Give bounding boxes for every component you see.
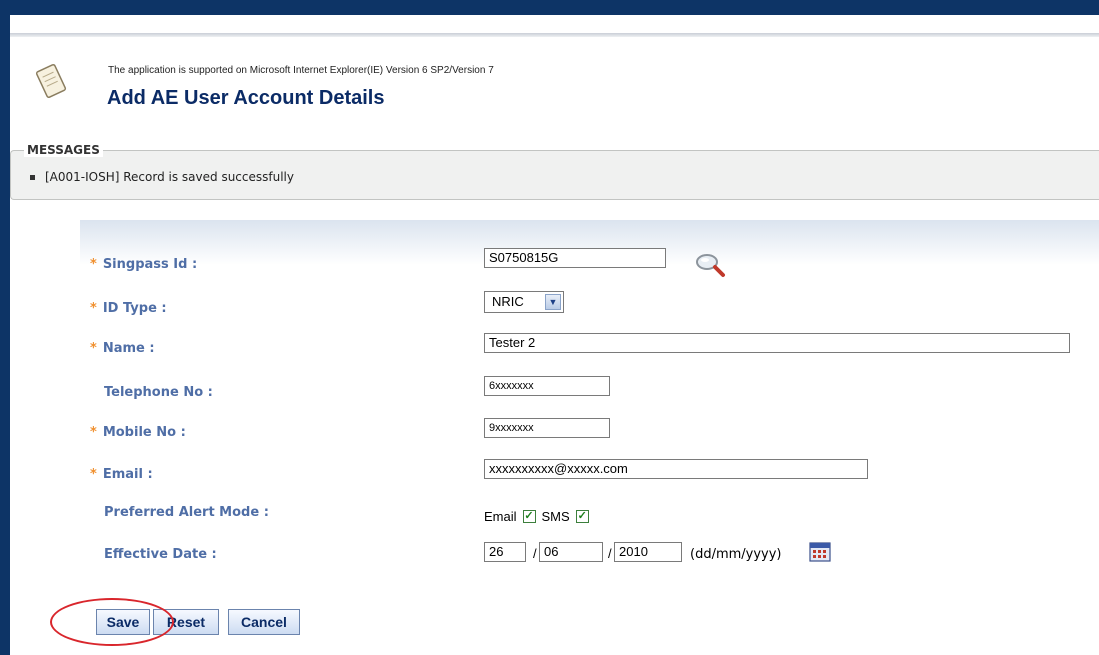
save-button[interactable]: Save — [96, 609, 150, 635]
effective-day-input[interactable]: 26 — [484, 542, 526, 562]
date-format-hint: (dd/mm/yyyy) — [690, 547, 782, 562]
id-type-label: * ID Type : — [90, 301, 167, 316]
required-marker: * — [90, 257, 97, 272]
required-marker: * — [90, 467, 97, 482]
date-separator: / — [533, 546, 537, 561]
cancel-button[interactable]: Cancel — [228, 609, 300, 635]
date-separator: / — [608, 546, 612, 561]
effective-date-label: Effective Date : — [104, 547, 217, 562]
email-input[interactable]: xxxxxxxxxx@xxxxx.com — [484, 459, 868, 479]
reset-button[interactable]: Reset — [153, 609, 219, 635]
email-label: * Email : — [90, 467, 153, 482]
message-text: [A001-IOSH] Record is saved successfully — [45, 170, 294, 184]
browser-support-note: The application is supported on Microsof… — [108, 65, 494, 76]
singpass-id-input[interactable]: S0750815G — [484, 248, 666, 268]
effective-month-input[interactable]: 06 — [539, 542, 603, 562]
effective-year-input[interactable]: 2010 — [614, 542, 682, 562]
alert-mode-label: Preferred Alert Mode : — [104, 505, 269, 520]
required-marker: * — [90, 425, 97, 440]
alert-sms-checkbox[interactable]: ✓ — [575, 510, 589, 523]
mobile-input[interactable]: 9xxxxxxx — [484, 418, 610, 438]
telephone-label: Telephone No : — [104, 385, 213, 400]
chevron-down-icon[interactable]: ▼ — [545, 294, 561, 310]
calendar-icon[interactable] — [809, 542, 831, 562]
required-marker: * — [90, 301, 97, 316]
alert-sms-label: SMS — [541, 509, 570, 524]
telephone-input[interactable]: 6xxxxxxx — [484, 376, 610, 396]
notepad-icon — [35, 63, 67, 99]
page-title: Add AE User Account Details — [107, 87, 385, 109]
name-input[interactable]: Tester 2 — [484, 333, 1070, 353]
name-label: * Name : — [90, 341, 155, 356]
message-item: [A001-IOSH] Record is saved successfully — [30, 170, 294, 184]
singpass-id-label: * Singpass Id : — [90, 257, 198, 272]
mobile-label: * Mobile No : — [90, 425, 186, 440]
bullet-icon — [30, 174, 35, 180]
page-canvas: The application is supported on Microsof… — [10, 15, 1099, 655]
alert-mode-options: Email ✓ SMS ✓ — [484, 509, 595, 524]
required-marker: * — [90, 341, 97, 356]
id-type-select[interactable]: NRIC ▼ — [484, 291, 564, 313]
search-icon[interactable] — [694, 251, 726, 279]
alert-email-checkbox[interactable]: ✓ — [522, 510, 536, 523]
alert-email-label: Email — [484, 509, 517, 524]
top-divider — [10, 33, 1099, 37]
messages-legend: MESSAGES — [24, 143, 103, 157]
id-type-value: NRIC — [492, 294, 524, 309]
